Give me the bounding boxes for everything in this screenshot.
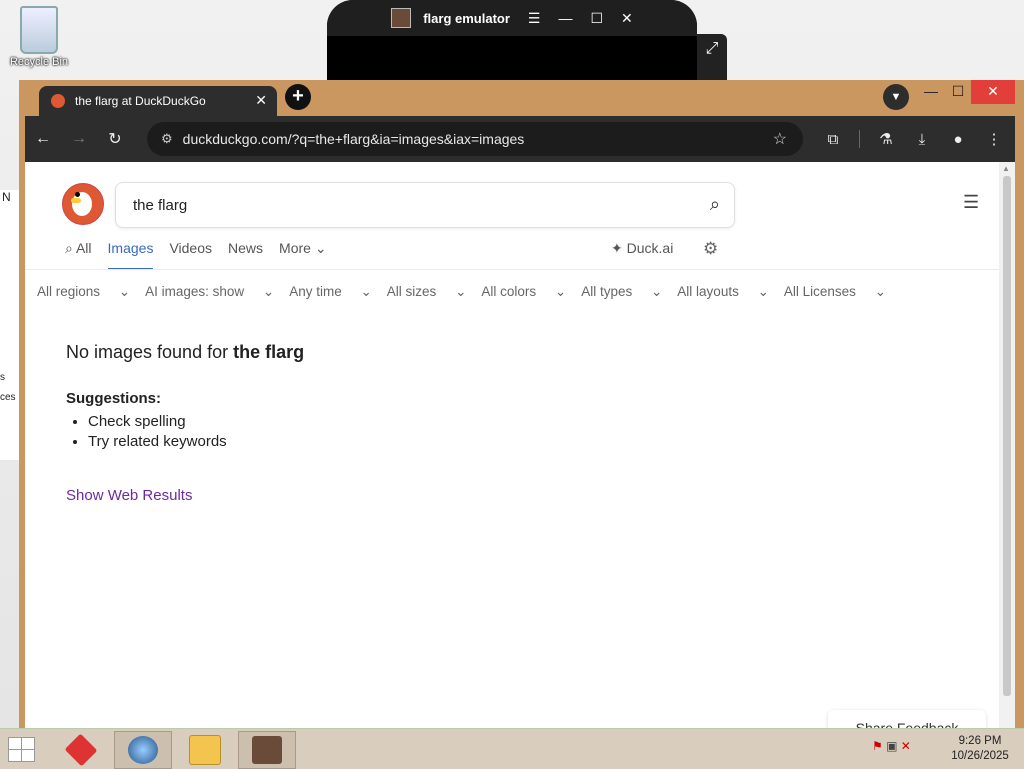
extensions-icon[interactable]: ⧉ (815, 131, 851, 148)
download-icon[interactable]: ⤓ (904, 131, 940, 148)
red-app-icon (64, 733, 98, 767)
tab-videos[interactable]: Videos (169, 240, 212, 270)
taskbar-app-red[interactable] (52, 731, 110, 769)
fragment-text: N (2, 190, 11, 204)
taskbar: ⚑ ▣ ✕ 9:26 PM 10/26/2025 (0, 728, 1024, 769)
logo-beak (71, 198, 81, 203)
filter-colors[interactable]: All colors ⌄ (481, 284, 566, 300)
filter-regions[interactable]: All regions ⌄ (37, 284, 130, 300)
taskbar-app-emulator[interactable] (238, 731, 296, 769)
tab-all[interactable]: ⌕ All (65, 240, 92, 270)
labs-flask-icon[interactable]: ⚗ (868, 130, 904, 148)
show-web-results-link[interactable]: Show Web Results (66, 487, 192, 504)
search-icon[interactable]: ⌕ (710, 194, 720, 215)
browser-toolbar: ← → ↻ ⚙ duckduckgo.com/?q=the+flarg&ia=i… (25, 116, 1015, 162)
filter-ai-images[interactable]: AI images: show ⌄ (145, 284, 274, 300)
profile-icon[interactable]: ● (940, 131, 976, 148)
browser-globe-icon (128, 736, 158, 764)
back-button[interactable]: ← (25, 130, 61, 148)
hamburger-menu-icon[interactable]: ☰ (963, 192, 979, 213)
clock-date: 10/26/2025 (951, 750, 1009, 762)
minimize-icon[interactable]: — (558, 10, 572, 26)
taskbar-clock[interactable]: 9:26 PM 10/26/2025 (944, 734, 1016, 764)
emulator-app-icon (391, 8, 412, 28)
taskbar-app-explorer[interactable] (176, 731, 234, 769)
hamburger-icon[interactable]: ☰ (528, 10, 541, 27)
suggestion-item: Try related keywords (88, 433, 227, 450)
emulator-title: flarg emulator (423, 10, 510, 26)
filter-licenses[interactable]: All Licenses ⌄ (784, 284, 886, 300)
emulator-app-icon (252, 736, 282, 764)
tab-images[interactable]: Images (107, 240, 154, 270)
toolbar-actions: ⧉ ⚗ ⤓ ● ⋮ (815, 116, 1012, 162)
network-icon[interactable]: ▣ (886, 739, 897, 753)
duckduckgo-logo[interactable] (62, 183, 104, 225)
close-icon[interactable]: ✕ (621, 10, 633, 27)
nav-divider (25, 269, 999, 270)
site-info-icon[interactable]: ⚙ (161, 131, 173, 147)
scroll-up-arrow-icon[interactable]: ▲ (1002, 164, 1010, 173)
filter-types[interactable]: All types ⌄ (581, 284, 662, 300)
recycle-bin-icon (20, 6, 58, 54)
page-content: ⌕ ☰ ⌕ All Images Videos News More ⌄ ✦ Du… (25, 162, 999, 730)
settings-gear-icon[interactable]: ⚙ (703, 239, 718, 259)
tab-search-button[interactable]: ▼ (883, 84, 909, 110)
folder-icon (189, 735, 221, 765)
clock-time: 9:26 PM (958, 735, 1002, 747)
recycle-bin-label: Recycle Bin (9, 56, 69, 68)
duckduckgo-favicon-icon (51, 94, 65, 108)
flag-icon[interactable]: ⚑ (872, 739, 883, 753)
emulator-titlebar[interactable]: flarg emulator ☰ — ☐ ✕ (327, 0, 697, 36)
close-window-button[interactable]: ✕ (971, 80, 1015, 104)
tab-title: the flarg at DuckDuckGo (75, 94, 206, 108)
image-filters: All regions ⌄ AI images: show ⌄ Any time… (37, 284, 901, 300)
page-scrollbar[interactable]: ▲ (999, 162, 1015, 730)
suggestions-title: Suggestions: (66, 390, 162, 407)
search-small-icon: ⌕ (65, 240, 76, 256)
browser-window: the flarg at DuckDuckGo ✕ + ▼ — ☐ ✕ ← → … (19, 80, 1024, 730)
volume-muted-icon[interactable]: ✕ (901, 739, 911, 753)
forward-button[interactable]: → (61, 130, 97, 148)
filter-sizes[interactable]: All sizes ⌄ (387, 284, 467, 300)
no-results-message: No images found for the flarg (66, 342, 305, 362)
emulator-sidebar: ⤢ (697, 34, 727, 82)
toolbar-separator (859, 130, 860, 148)
suggestions: Suggestions: Check spelling Try related … (66, 390, 227, 453)
address-bar[interactable]: ⚙ duckduckgo.com/?q=the+flarg&ia=images&… (147, 122, 803, 156)
new-tab-button[interactable]: + (285, 84, 311, 110)
background-window-fragment: N s ces (0, 190, 21, 460)
system-tray: ⚑ ▣ ✕ (872, 739, 911, 753)
search-nav: ⌕ All Images Videos News More ⌄ (65, 240, 343, 270)
filter-layouts[interactable]: All layouts ⌄ (677, 284, 769, 300)
fragment-text: s (0, 372, 5, 383)
search-input[interactable] (131, 195, 695, 215)
tab-more[interactable]: More ⌄ (279, 240, 327, 270)
url-text: duckduckgo.com/?q=the+flarg&ia=images&ia… (182, 131, 525, 147)
taskbar-app-browser[interactable] (114, 731, 172, 769)
fullscreen-icon[interactable]: ⤢ (697, 40, 727, 58)
start-button[interactable] (8, 737, 35, 762)
maximize-icon[interactable]: ☐ (590, 10, 603, 27)
fragment-text: ces (0, 392, 16, 403)
duck-ai-link[interactable]: ✦ Duck.ai (611, 240, 673, 257)
recycle-bin[interactable]: Recycle Bin (6, 6, 72, 68)
browser-tab[interactable]: the flarg at DuckDuckGo ✕ (39, 86, 277, 116)
suggestion-item: Check spelling (88, 413, 227, 430)
filter-time[interactable]: Any time ⌄ (289, 284, 372, 300)
bookmark-star-icon[interactable]: ☆ (773, 129, 787, 149)
scrollbar-thumb[interactable] (1003, 176, 1011, 696)
tab-strip: the flarg at DuckDuckGo ✕ + ▼ — ☐ ✕ (19, 80, 1024, 116)
search-box: ⌕ (115, 182, 735, 228)
chat-sparkle-icon: ✦ (611, 240, 627, 256)
tab-news[interactable]: News (228, 240, 263, 270)
close-tab-icon[interactable]: ✕ (255, 92, 267, 109)
logo-eye (75, 192, 80, 197)
chevron-down-icon: ⌄ (314, 240, 327, 256)
emulator-window[interactable]: flarg emulator ☰ — ☐ ✕ (327, 0, 697, 82)
menu-kebab-icon[interactable]: ⋮ (976, 130, 1012, 148)
no-results-query: the flarg (233, 342, 305, 362)
reload-button[interactable]: ↻ (97, 129, 133, 149)
